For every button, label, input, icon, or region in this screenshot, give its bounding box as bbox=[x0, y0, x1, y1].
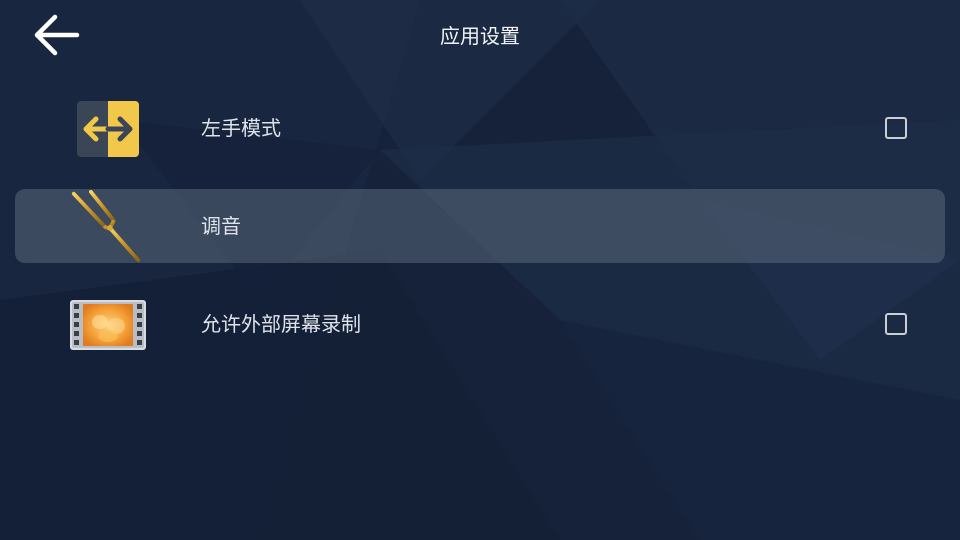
setting-row-left-hand-mode[interactable]: 左手模式 bbox=[15, 91, 945, 165]
film-strip-icon bbox=[70, 295, 146, 355]
setting-label: 允许外部屏幕录制 bbox=[201, 312, 361, 336]
setting-row-screen-recording[interactable]: 允许外部屏幕录制 bbox=[15, 287, 945, 361]
setting-label: 调音 bbox=[201, 214, 241, 238]
left-right-arrows-icon bbox=[70, 99, 146, 159]
page-title: 应用设置 bbox=[440, 24, 520, 48]
screen-recording-checkbox[interactable] bbox=[885, 313, 907, 335]
tuning-fork-icon bbox=[70, 190, 146, 263]
left-hand-mode-checkbox[interactable] bbox=[885, 117, 907, 139]
setting-row-tuning[interactable]: 调音 bbox=[15, 189, 945, 263]
background-pattern bbox=[0, 0, 960, 540]
setting-label: 左手模式 bbox=[201, 116, 281, 140]
